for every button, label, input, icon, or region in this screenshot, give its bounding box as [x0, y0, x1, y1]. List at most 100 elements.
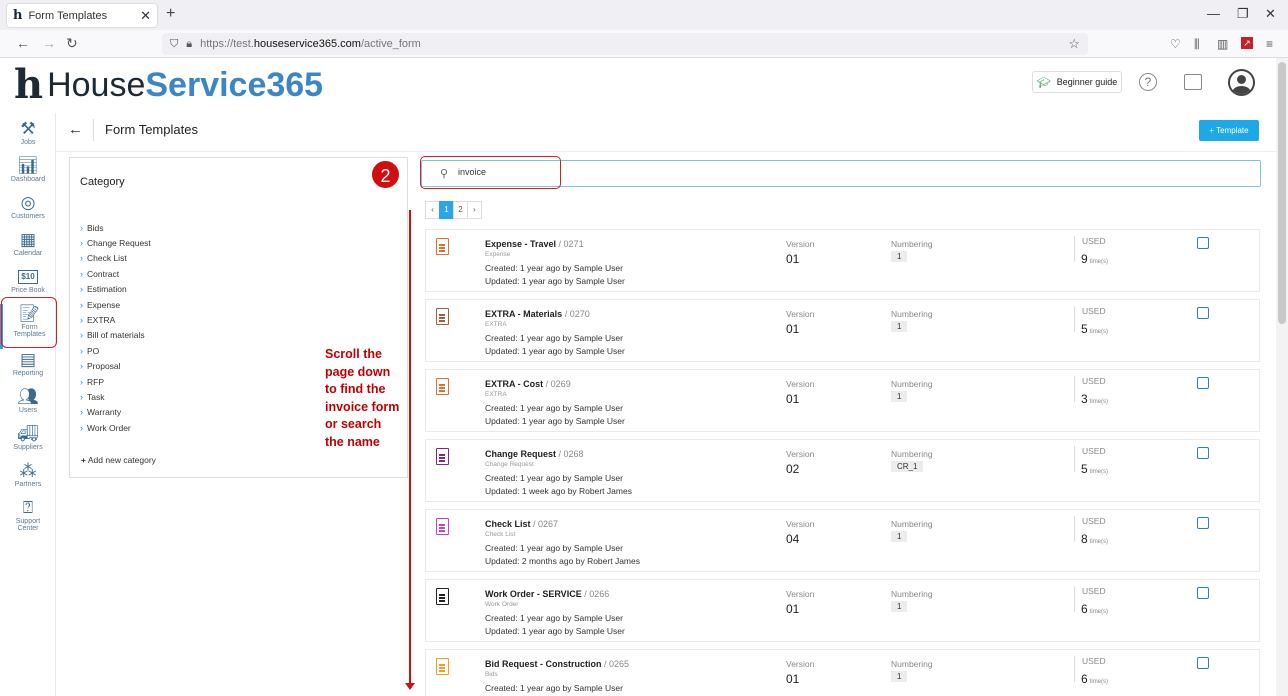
scroll-instruction-note: Scroll the page down to find the invoice… — [325, 346, 401, 452]
template-name[interactable]: Expense - Travel / 0271 — [485, 239, 584, 249]
shield-icon: ⛉ — [170, 37, 179, 50]
category-item[interactable]: › Task — [80, 389, 151, 404]
category-list: › Bids › Change Request › Check List › Contr… — [80, 220, 151, 435]
tab-close-icon[interactable]: ✕ — [140, 8, 151, 24]
scrollbar-thumb[interactable] — [1278, 62, 1286, 324]
select-checkbox[interactable] — [1197, 657, 1209, 669]
extension-icon[interactable]: ↗ — [1241, 37, 1253, 49]
category-item[interactable]: › Bids — [80, 220, 151, 235]
page-next-button[interactable]: › — [467, 201, 482, 219]
menu-icon[interactable]: ≡ — [1266, 37, 1273, 51]
chevron-right-icon: › — [80, 238, 83, 249]
document-icon — [436, 658, 449, 675]
template-created: Created: 1 year ago by Sample User — [485, 263, 623, 273]
library-icon[interactable]: ⫼ — [1194, 37, 1200, 52]
template-card[interactable]: Expense - Travel / 0271 Expense Created: 1… — [425, 229, 1260, 292]
page-scrollbar[interactable] — [1276, 58, 1288, 696]
pocket-icon[interactable]: ♡ — [1170, 37, 1181, 51]
template-card[interactable]: Check List / 0267 Check List Created: 1 ye… — [425, 509, 1260, 572]
add-category-button[interactable]: + Add new category — [81, 455, 156, 465]
select-checkbox[interactable] — [1197, 517, 1209, 529]
window-close-icon[interactable]: ✕ — [1265, 6, 1276, 22]
category-item[interactable]: › Warranty — [80, 405, 151, 420]
category-item[interactable]: › Expense — [80, 297, 151, 312]
select-checkbox[interactable] — [1197, 377, 1209, 389]
category-item[interactable]: › Change Request — [80, 235, 151, 250]
document-icon — [436, 238, 449, 255]
select-checkbox[interactable] — [1197, 587, 1209, 599]
numbering-label: Numbering — [891, 589, 933, 599]
category-item[interactable]: › PO — [80, 343, 151, 358]
back-arrow-icon[interactable]: ← — [68, 121, 83, 138]
minimize-icon[interactable]: — — [1207, 6, 1220, 21]
select-checkbox[interactable] — [1197, 447, 1209, 459]
back-nav-icon[interactable]: ← — [16, 35, 30, 51]
numbering-value: CR_1 — [891, 461, 924, 472]
template-name[interactable]: EXTRA - Materials / 0270 — [485, 309, 590, 319]
template-name[interactable]: Work Order - SERVICE / 0266 — [485, 589, 609, 599]
version-value: 01 — [786, 392, 800, 406]
browser-tab[interactable]: h Form Templates ✕ — [6, 3, 158, 28]
template-category: EXTRA — [485, 391, 507, 398]
category-item[interactable]: › Work Order — [80, 420, 151, 435]
category-item[interactable]: › EXTRA — [80, 312, 151, 327]
beginner-guide-button[interactable]: 🎓︎ Beginner guide — [1032, 71, 1122, 93]
tools-icon: ⚒ — [20, 119, 36, 138]
sidebar-item-dashboard[interactable]: 📊︎ Dashboard — [0, 156, 56, 194]
sidebar-item-support-center[interactable]: ⍰ Support Center — [0, 498, 56, 543]
numbering-label: Numbering — [891, 659, 933, 669]
avatar[interactable] — [1228, 69, 1255, 96]
template-name[interactable]: Change Request / 0268 — [485, 449, 584, 459]
app-logo[interactable]: h House Service365 — [14, 64, 323, 106]
numbering-value: 1 — [891, 601, 908, 612]
template-card[interactable]: EXTRA - Materials / 0270 EXTRA Created: 1 … — [425, 299, 1260, 362]
sidebar-item-users[interactable]: 👥︎ Users — [0, 387, 56, 425]
browser-tabbar: h Form Templates ✕ + — ❐ ✕ — [0, 0, 1288, 30]
sidebar-item-suppliers[interactable]: 🚚︎ Suppliers — [0, 424, 56, 462]
template-name[interactable]: Check List / 0267 — [485, 519, 558, 529]
template-card[interactable]: Change Request / 0268 Change Request Creat… — [425, 439, 1260, 502]
template-name[interactable]: EXTRA - Cost / 0269 — [485, 379, 571, 389]
category-item[interactable]: › Bill of materials — [80, 328, 151, 343]
restore-icon[interactable]: ❐ — [1237, 6, 1249, 22]
page-1-button[interactable]: 1 — [439, 201, 454, 219]
category-item[interactable]: › Contract — [80, 266, 151, 281]
new-tab-icon[interactable]: + — [166, 5, 175, 23]
price-tag-icon: $10 — [18, 270, 38, 284]
address-bar[interactable]: ⛉ 🔒︎ https://test. houseservice365.com/ac… — [162, 33, 1088, 55]
page-prev-button[interactable]: ‹ — [425, 201, 440, 219]
category-item[interactable]: › Check List — [80, 251, 151, 266]
page-2-button[interactable]: 2 — [453, 201, 468, 219]
documents-icon[interactable] — [1184, 74, 1202, 90]
chevron-right-icon: › — [80, 330, 83, 341]
numbering-value: 1 — [891, 321, 908, 332]
select-checkbox[interactable] — [1197, 237, 1209, 249]
sidebar-item-jobs[interactable]: ⚒ Jobs — [0, 119, 56, 157]
reload-icon[interactable]: ↻ — [66, 35, 78, 52]
select-checkbox[interactable] — [1197, 307, 1209, 319]
help-icon[interactable]: ? — [1139, 73, 1157, 91]
template-card[interactable]: Bid Request - Construction / 0265 Bids Cre… — [425, 649, 1260, 696]
sidebar-item-calendar[interactable]: ▦ Calendar — [0, 230, 56, 268]
chevron-right-icon: › — [80, 315, 83, 326]
document-icon — [436, 518, 449, 535]
category-item[interactable]: › RFP — [80, 374, 151, 389]
sidebar-item-partners[interactable]: ⁂ Partners — [0, 461, 56, 499]
sidebar-item-reporting[interactable]: ▤ Reporting — [0, 350, 56, 388]
sidebar-item-customers[interactable]: ◎ Customers — [0, 193, 56, 231]
numbering-label: Numbering — [891, 449, 933, 459]
template-card[interactable]: EXTRA - Cost / 0269 EXTRA Created: 1 year … — [425, 369, 1260, 432]
logo-text-service: Service365 — [145, 65, 324, 104]
numbering-value: 1 — [891, 671, 908, 682]
browser-navbar: ← → ↻ ⛉ 🔒︎ https://test. houseservice365.… — [0, 30, 1288, 58]
version-value: 02 — [786, 462, 800, 476]
forward-nav-icon[interactable]: → — [42, 35, 56, 51]
add-template-button[interactable]: + Template — [1199, 120, 1259, 141]
template-card[interactable]: Work Order - SERVICE / 0266 Work Order Cre… — [425, 579, 1260, 642]
bookmark-star-icon[interactable]: ☆ — [1068, 36, 1080, 52]
template-created: Created: 1 year ago by Sample User — [485, 473, 623, 483]
category-item[interactable]: › Estimation — [80, 282, 151, 297]
template-name[interactable]: Bid Request - Construction / 0265 — [485, 659, 629, 669]
category-item[interactable]: › Proposal — [80, 359, 151, 374]
sidebar-toggle-icon[interactable]: ▥ — [1217, 37, 1228, 51]
